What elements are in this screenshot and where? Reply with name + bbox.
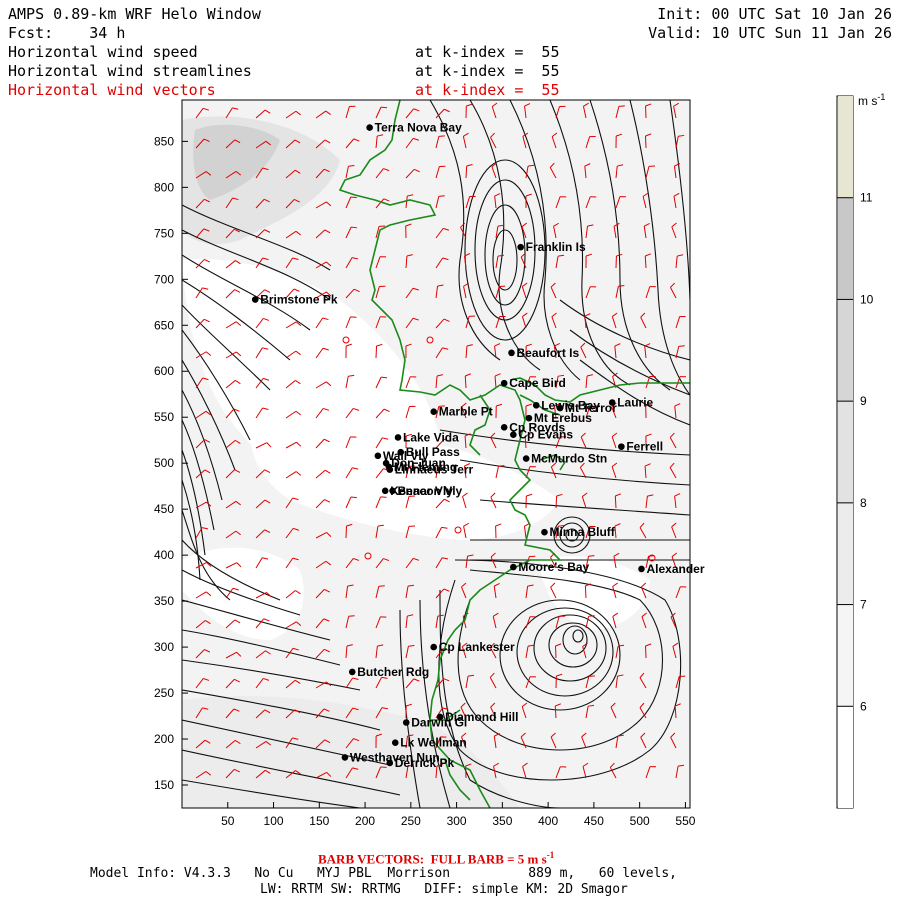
x-tick-label: 200 bbox=[355, 814, 375, 828]
y-tick-label: 200 bbox=[154, 732, 174, 746]
place-label: Minna Bluff bbox=[549, 525, 615, 539]
colorbar-tick-label: 11 bbox=[860, 191, 873, 205]
place-dot bbox=[522, 455, 530, 462]
y-tick-label: 150 bbox=[154, 778, 174, 792]
place-dot bbox=[430, 643, 438, 651]
place-label: Linnaeus Terr bbox=[395, 463, 474, 477]
barb-note-exp: -1 bbox=[546, 850, 555, 860]
place-dot bbox=[532, 401, 540, 409]
colorbar-tick-label: 9 bbox=[860, 394, 867, 408]
wind-map: 50 100 150 200 250 300 350 400 450 500 550 850 800 7… bbox=[154, 92, 885, 828]
y-tick-label: 450 bbox=[154, 502, 174, 516]
y-tick-label: 650 bbox=[154, 318, 174, 332]
colorbar-segments bbox=[838, 96, 853, 808]
place-label: Derrick Pk bbox=[395, 756, 455, 770]
x-tick-label: 500 bbox=[630, 814, 650, 828]
place-dot bbox=[430, 408, 438, 416]
place-dot bbox=[500, 424, 508, 431]
place-dot bbox=[381, 487, 389, 495]
y-tick-label: 700 bbox=[154, 272, 174, 286]
colorbar-segment bbox=[838, 299, 853, 402]
place-dot bbox=[366, 124, 373, 131]
place-dot bbox=[394, 434, 402, 441]
barb-note: BARB VECTORS: FULL BARB = 5 m s-1 bbox=[318, 850, 554, 867]
place-label: Beaufort Is bbox=[517, 346, 580, 360]
colorbar-segment bbox=[838, 604, 853, 707]
colorbar-tick-label: 10 bbox=[860, 292, 874, 306]
colorbar: 11 10 9 8 7 6 m s-1 bbox=[836, 92, 885, 809]
x-tick-label: 50 bbox=[221, 814, 235, 828]
place-label: Laurie bbox=[617, 396, 653, 410]
place-label: Beacon Vly bbox=[398, 484, 463, 498]
place-dot bbox=[500, 379, 508, 387]
x-tick-label: 350 bbox=[492, 814, 512, 828]
place-label: Ferrell bbox=[626, 440, 663, 454]
colorbar-tick-label: 7 bbox=[860, 598, 867, 612]
place-label: Cp Lankester bbox=[439, 640, 515, 654]
place-dot bbox=[510, 563, 517, 571]
x-tick-label: 450 bbox=[584, 814, 604, 828]
place-label: Moore's Bay bbox=[518, 560, 589, 574]
place-dot bbox=[386, 759, 394, 767]
y-tick-label: 350 bbox=[154, 594, 174, 608]
y-axis: 850 800 750 700 650 600 550 500 450 400 350 300 250 2… bbox=[154, 134, 188, 792]
colorbar-tick-label: 6 bbox=[860, 699, 867, 713]
place-label: Franklin Is bbox=[526, 240, 586, 254]
place-dot bbox=[341, 754, 349, 761]
place-dot bbox=[510, 431, 517, 438]
x-tick-label: 150 bbox=[309, 814, 329, 828]
y-tick-label: 400 bbox=[154, 548, 174, 562]
colorbar-segment bbox=[838, 96, 853, 198]
colorbar-unit: m s-1 bbox=[858, 92, 885, 108]
place-label: Diamond Hill bbox=[445, 710, 518, 724]
place-dot bbox=[508, 349, 515, 357]
place-dot bbox=[402, 719, 410, 726]
x-tick-label: 400 bbox=[538, 814, 558, 828]
place-dot bbox=[638, 565, 645, 573]
y-tick-label: 500 bbox=[154, 456, 174, 470]
place-label: McMurdo Stn bbox=[531, 452, 607, 466]
place-dot bbox=[386, 466, 394, 473]
place-label: Terra Nova Bay bbox=[375, 121, 462, 135]
place-label: Lake Vida bbox=[403, 430, 459, 444]
x-tick-label: 100 bbox=[264, 814, 284, 828]
place-dot bbox=[618, 443, 625, 450]
colorbar-segment bbox=[838, 401, 853, 503]
place-label: Alexander bbox=[646, 562, 704, 576]
place-dot bbox=[251, 296, 259, 303]
place-dot bbox=[391, 739, 399, 747]
x-tick-label: 250 bbox=[401, 814, 421, 828]
place-dot bbox=[397, 448, 405, 456]
colorbar-tick-label: 8 bbox=[860, 496, 867, 510]
model-info: Model Info: V4.3.3 No Cu MYJ PBL Morriso… bbox=[90, 866, 677, 881]
place-dot bbox=[541, 528, 548, 536]
place-label: Marble Pt bbox=[439, 405, 493, 419]
y-tick-label: 750 bbox=[154, 226, 174, 240]
place-dot bbox=[389, 487, 396, 495]
y-tick-label: 850 bbox=[154, 134, 174, 148]
colorbar-segment bbox=[838, 706, 853, 808]
place-dot bbox=[374, 452, 382, 460]
y-tick-label: 250 bbox=[154, 686, 174, 700]
y-tick-label: 600 bbox=[154, 364, 174, 378]
place-label: Brimstone Pk bbox=[260, 293, 338, 307]
x-tick-label: 300 bbox=[447, 814, 467, 828]
y-tick-label: 800 bbox=[154, 180, 174, 194]
place-dot bbox=[436, 713, 444, 721]
physics-info: LW: RRTM SW: RRTMG DIFF: simple KM: 2D S… bbox=[260, 882, 628, 897]
place-label: Butcher Rdg bbox=[357, 665, 429, 679]
y-tick-label: 300 bbox=[154, 640, 174, 654]
y-tick-label: 550 bbox=[154, 410, 174, 424]
place-label: Cape Bird bbox=[509, 376, 566, 390]
place-label: Cp Evans bbox=[518, 428, 573, 442]
place-dot bbox=[348, 668, 356, 676]
barb-note-text: BARB VECTORS: FULL BARB = 5 m s bbox=[318, 851, 547, 867]
place-dot bbox=[517, 243, 524, 251]
x-tick-label: 550 bbox=[675, 814, 695, 828]
colorbar-segment bbox=[838, 502, 853, 605]
colorbar-segment bbox=[838, 197, 853, 300]
place-label: Lk Wellman bbox=[400, 736, 466, 750]
